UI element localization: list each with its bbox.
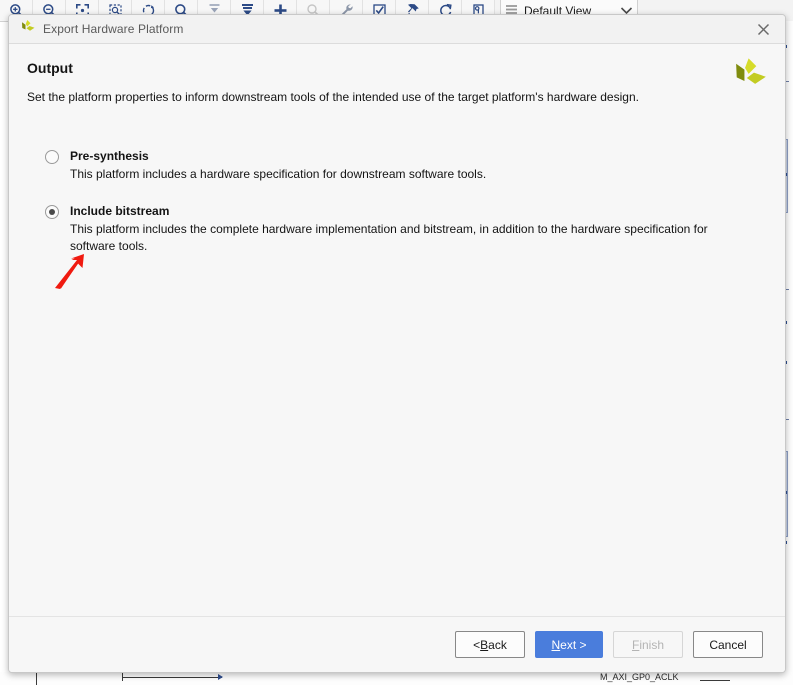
radio-include-bitstream[interactable] (45, 205, 59, 219)
close-icon[interactable] (741, 15, 785, 43)
back-button-suffix: ack (488, 637, 507, 652)
export-hardware-platform-dialog: Export Hardware Platform Output Set the … (8, 14, 786, 673)
option-label: Pre-synthesis (70, 149, 149, 163)
background-canvas-bottom: M_AXI_GP0_ACLK (0, 672, 793, 685)
mouse-cursor-arrow (53, 254, 95, 295)
option-description: This platform includes a hardware specif… (70, 167, 487, 181)
radio-pre-synthesis[interactable] (45, 150, 59, 164)
finish-button-mnemonic: F (631, 637, 640, 652)
option-label: Include bitstream (70, 204, 170, 218)
xilinx-pinwheel-icon (729, 56, 767, 99)
next-button[interactable]: Next > (535, 631, 603, 658)
option-pre-synthesis[interactable]: Pre-synthesis This platform includes a h… (45, 148, 755, 183)
back-button[interactable]: < Back (455, 631, 525, 658)
next-button-suffix: ext > (560, 637, 587, 652)
page-description: Set the platform properties to inform do… (27, 90, 639, 104)
option-include-bitstream[interactable]: Include bitstream This platform includes… (45, 203, 755, 255)
dialog-titlebar: Export Hardware Platform (9, 15, 785, 44)
dialog-header: Output Set the platform properties to in… (9, 44, 785, 104)
dialog-body: Output Set the platform properties to in… (9, 44, 785, 616)
option-description: This platform includes the complete hard… (70, 222, 708, 253)
cancel-button-label: Cancel (709, 637, 747, 652)
output-options-group: Pre-synthesis This platform includes a h… (9, 148, 785, 255)
dialog-title: Export Hardware Platform (43, 22, 184, 36)
next-button-mnemonic: N (551, 637, 561, 652)
background-signal-label: M_AXI_GP0_ACLK (600, 672, 679, 682)
xilinx-pinwheel-icon (19, 19, 35, 40)
screen: Default View M_AXI_GP0_ACLK Export Hardw… (0, 0, 793, 685)
back-button-mnemonic: B (480, 637, 489, 652)
cancel-button[interactable]: Cancel (693, 631, 763, 658)
finish-button-suffix: inish (639, 637, 665, 652)
dialog-footer: < Back Next > Finish Cancel (9, 616, 785, 672)
finish-button: Finish (613, 631, 683, 658)
back-button-prefix: < (473, 637, 481, 652)
page-title: Output (27, 60, 73, 76)
